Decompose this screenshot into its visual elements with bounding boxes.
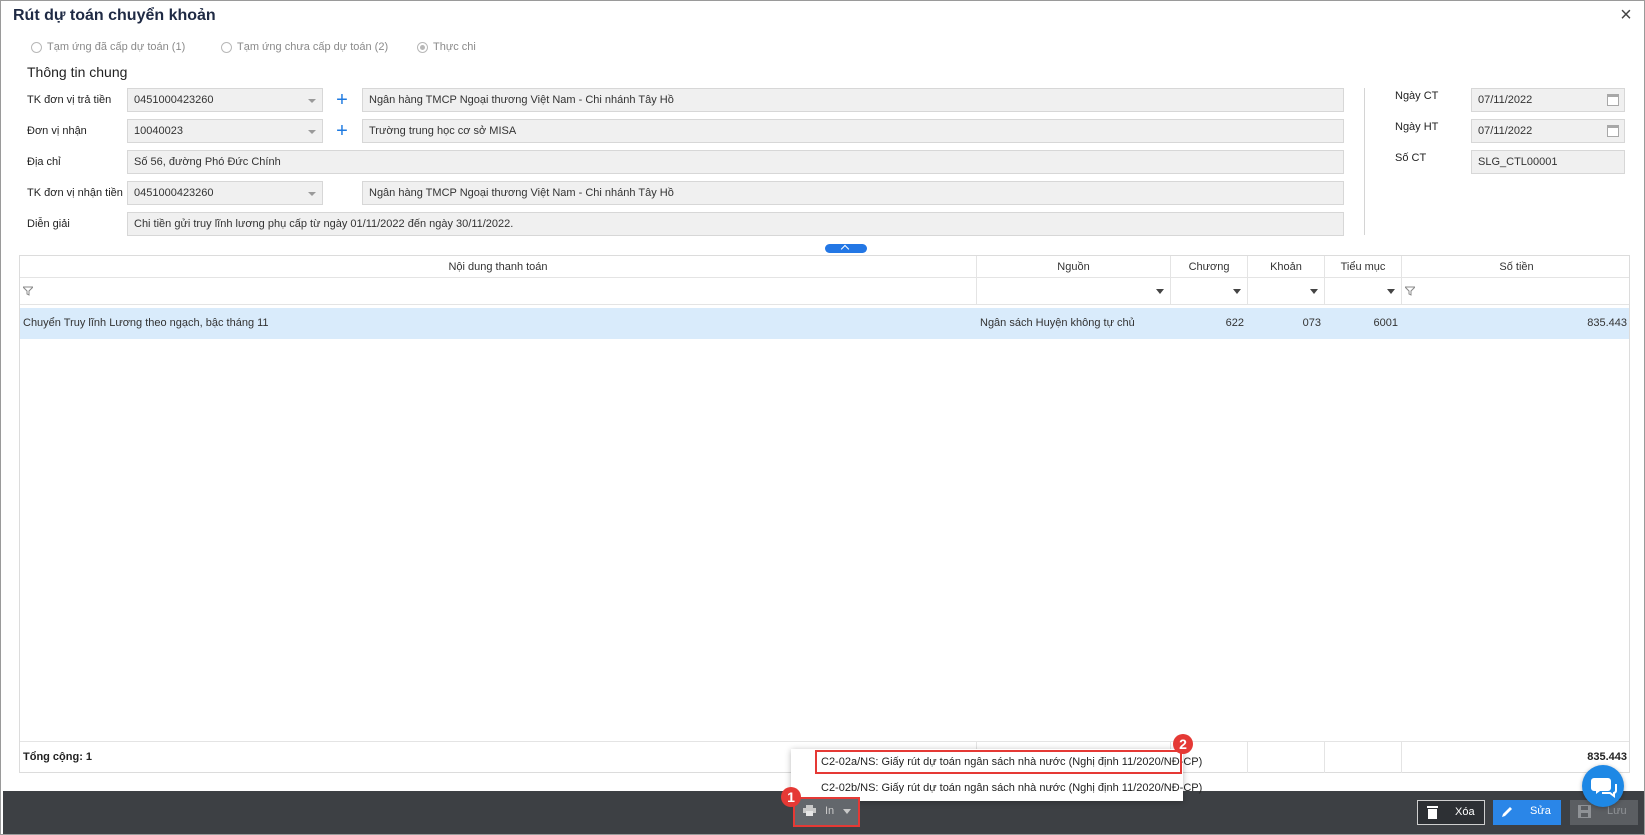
payer-account-combo[interactable]: 0451000423260 bbox=[127, 88, 323, 112]
radio-label: Tạm ứng chưa cấp dự toán (2) bbox=[237, 41, 389, 53]
radio-advance-allocated[interactable]: Tạm ứng đã cấp dự toán (1) bbox=[31, 41, 185, 53]
filter-item[interactable] bbox=[1248, 278, 1325, 305]
receiver-account-label: TK đơn vị nhận tiền bbox=[27, 187, 123, 199]
chevron-down-icon[interactable] bbox=[308, 130, 316, 134]
chevron-down-icon[interactable] bbox=[1387, 289, 1395, 294]
address-label: Địa chỉ bbox=[27, 156, 61, 168]
chevron-down-icon[interactable] bbox=[308, 192, 316, 196]
cell-subitem: 6001 bbox=[1373, 317, 1398, 329]
col-header-content[interactable]: Nội dung thanh toán bbox=[20, 256, 977, 278]
chevron-down-icon[interactable] bbox=[843, 809, 851, 814]
trash-icon bbox=[1427, 806, 1438, 819]
radio-checked-icon bbox=[417, 41, 428, 53]
voucher-number-label: Số CT bbox=[1395, 152, 1427, 164]
table-row[interactable]: Chuyển Truy lĩnh Lương theo ngạch, bậc t… bbox=[20, 308, 1629, 339]
col-header-amount[interactable]: Số tiền bbox=[1402, 256, 1631, 278]
callout-badge-2: 2 bbox=[1173, 734, 1193, 754]
posting-date-field[interactable]: 07/11/2022 bbox=[1471, 119, 1625, 143]
voucher-date-field[interactable]: 07/11/2022 bbox=[1471, 88, 1625, 112]
vertical-divider bbox=[1364, 88, 1365, 235]
edit-label: Sửa bbox=[1530, 805, 1551, 817]
chat-support-button[interactable] bbox=[1582, 765, 1624, 807]
close-icon[interactable]: × bbox=[1616, 5, 1636, 25]
filter-chapter[interactable] bbox=[1171, 278, 1248, 305]
filter-icon[interactable] bbox=[1405, 286, 1415, 296]
chevron-down-icon[interactable] bbox=[1310, 289, 1318, 294]
chat-bubble-icon bbox=[1591, 778, 1617, 798]
footer-col bbox=[1248, 742, 1325, 773]
posting-date-label: Ngày HT bbox=[1395, 121, 1439, 133]
voucher-date-value: 07/11/2022 bbox=[1478, 94, 1533, 106]
voucher-date-label: Ngày CT bbox=[1395, 90, 1439, 102]
receiver-combo[interactable]: 10040023 bbox=[127, 119, 323, 143]
add-payer-account-icon[interactable]: + bbox=[334, 90, 350, 110]
radio-icon bbox=[31, 41, 42, 53]
filter-icon[interactable] bbox=[23, 286, 33, 296]
delete-label: Xóa bbox=[1455, 806, 1475, 818]
chevron-down-icon[interactable] bbox=[1233, 289, 1241, 294]
dialog-title: Rút dự toán chuyển khoản bbox=[13, 7, 216, 24]
cell-item: 073 bbox=[1302, 317, 1321, 329]
chevron-down-icon[interactable] bbox=[1156, 289, 1164, 294]
chevron-down-icon[interactable] bbox=[308, 99, 316, 103]
radio-label: Thực chi bbox=[433, 41, 476, 53]
footer-count: Tổng cộng: 1 bbox=[23, 751, 93, 763]
radio-icon bbox=[221, 41, 232, 53]
voucher-number-field[interactable]: SLG_CTL00001 bbox=[1471, 150, 1625, 174]
print-menu-item-c2-02a[interactable]: C2-02a/NS: Giấy rút dự toán ngân sách nh… bbox=[791, 749, 1202, 775]
dialog: Rút dự toán chuyển khoản × Tạm ứng đã cấ… bbox=[0, 0, 1645, 835]
receiver-bank-field: Ngân hàng TMCP Ngoại thương Việt Nam - C… bbox=[362, 181, 1344, 205]
radio-actual-spending[interactable]: Thực chi bbox=[417, 41, 476, 53]
filter-subitem[interactable] bbox=[1325, 278, 1402, 305]
footer-col bbox=[1325, 742, 1402, 773]
cell-source: Ngân sách Huyện không tự chủ bbox=[980, 317, 1135, 329]
payer-account-value: 0451000423260 bbox=[134, 94, 214, 106]
print-button[interactable]: In bbox=[795, 797, 859, 825]
receiver-label: Đơn vị nhận bbox=[27, 125, 87, 137]
description-label: Diễn giải bbox=[27, 218, 70, 230]
description-field[interactable]: Chi tiền gửi truy lĩnh lương phụ cấp từ … bbox=[127, 212, 1344, 236]
address-field[interactable]: Số 56, đường Phó Đức Chính bbox=[127, 150, 1344, 174]
cell-content: Chuyển Truy lĩnh Lương theo ngạch, bậc t… bbox=[23, 317, 269, 329]
posting-date-value: 07/11/2022 bbox=[1478, 125, 1533, 137]
col-header-chapter[interactable]: Chương bbox=[1171, 256, 1248, 278]
payer-account-label: TK đơn vị trả tiền bbox=[27, 94, 112, 106]
payment-grid: Nội dung thanh toán Nguồn Chương Khoản T… bbox=[19, 255, 1630, 773]
add-receiver-icon[interactable]: + bbox=[334, 121, 350, 141]
filter-content[interactable] bbox=[20, 278, 977, 305]
print-label: In bbox=[825, 805, 835, 817]
filter-amount[interactable] bbox=[1402, 278, 1631, 305]
receiver-account-combo[interactable]: 0451000423260 bbox=[127, 181, 323, 205]
calendar-icon[interactable] bbox=[1607, 94, 1619, 106]
section-title: Thông tin chung bbox=[27, 64, 128, 80]
collapse-section-button[interactable] bbox=[825, 244, 867, 253]
col-header-item[interactable]: Khoản bbox=[1248, 256, 1325, 278]
cell-chapter: 622 bbox=[1225, 317, 1244, 329]
printer-icon bbox=[803, 805, 816, 816]
callout-badge-1: 1 bbox=[781, 787, 801, 807]
pencil-icon bbox=[1502, 807, 1512, 817]
receiver-value: 10040023 bbox=[134, 125, 183, 137]
radio-label: Tạm ứng đã cấp dự toán (1) bbox=[47, 41, 186, 53]
receiver-name-field: Trường trung học cơ sở MISA bbox=[362, 119, 1344, 143]
grid-filter-row bbox=[20, 278, 1629, 305]
radio-advance-unallocated[interactable]: Tạm ứng chưa cấp dự toán (2) bbox=[221, 41, 388, 53]
delete-button[interactable]: Xóa bbox=[1417, 800, 1485, 825]
payer-bank-field: Ngân hàng TMCP Ngoại thương Việt Nam - C… bbox=[362, 88, 1344, 112]
edit-button[interactable]: Sửa bbox=[1493, 800, 1561, 825]
receiver-account-value: 0451000423260 bbox=[134, 187, 214, 199]
cell-amount: 835.443 bbox=[1587, 317, 1627, 329]
col-header-subitem[interactable]: Tiểu mục bbox=[1325, 256, 1402, 278]
calendar-icon[interactable] bbox=[1607, 125, 1619, 137]
filter-source[interactable] bbox=[977, 278, 1171, 305]
print-menu: C2-02a/NS: Giấy rút dự toán ngân sách nh… bbox=[791, 749, 1202, 801]
grid-header: Nội dung thanh toán Nguồn Chương Khoản T… bbox=[20, 256, 1629, 278]
col-header-source[interactable]: Nguồn bbox=[977, 256, 1171, 278]
